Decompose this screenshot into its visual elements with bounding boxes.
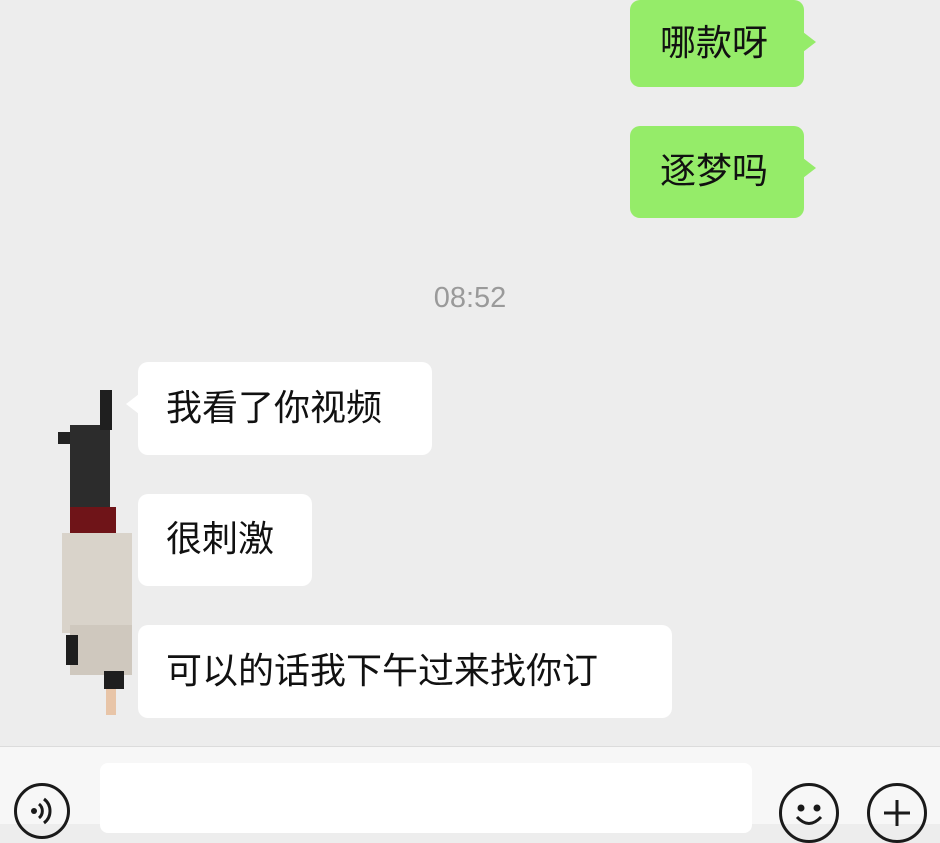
- emoji-icon: [795, 804, 823, 825]
- voice-icon: [31, 797, 52, 825]
- message-text: 我看了你视频: [166, 387, 383, 429]
- sender-avatar[interactable]: [40, 385, 140, 725]
- plus-icon: [884, 800, 910, 826]
- incoming-message[interactable]: 可以的话我下午过来找你订: [138, 625, 672, 718]
- outgoing-message[interactable]: 逐梦吗: [630, 126, 816, 218]
- message-timestamp: 08:52: [433, 282, 507, 314]
- message-text: 逐梦吗: [660, 151, 769, 192]
- message-text: 可以的话我下午过来找你订: [166, 650, 599, 692]
- outgoing-message[interactable]: 哪款呀: [630, 0, 816, 87]
- message-input[interactable]: [100, 763, 752, 833]
- more-button[interactable]: [867, 783, 927, 843]
- chat-area: 哪款呀 逐梦吗 08:52 我看了你视频 很刺激 可以的话我下午过来找你订: [0, 0, 940, 746]
- input-bar: [0, 746, 940, 843]
- emoji-button[interactable]: [779, 783, 839, 843]
- message-text: 哪款呀: [660, 22, 769, 64]
- voice-button[interactable]: [14, 783, 70, 839]
- incoming-message[interactable]: 我看了你视频: [126, 362, 432, 455]
- message-text: 很刺激: [166, 519, 275, 560]
- incoming-message[interactable]: 很刺激: [138, 494, 312, 586]
